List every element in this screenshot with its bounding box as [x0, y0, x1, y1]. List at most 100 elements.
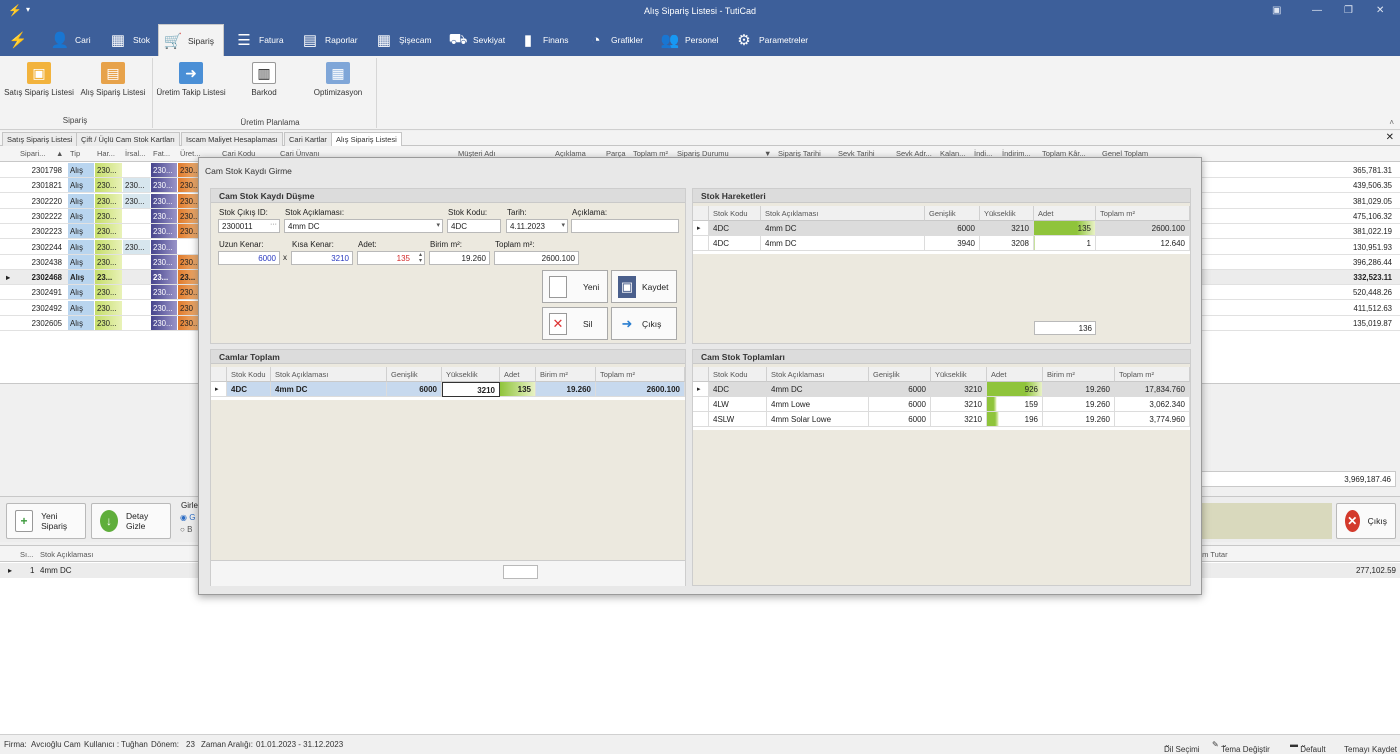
long-edge-label: Uzun Kenar:: [219, 240, 264, 249]
theme-default-selector[interactable]: ▬ Default ⌄: [1290, 740, 1326, 754]
menu-fatura[interactable]: ☰ Fatura: [230, 24, 288, 56]
table-cell: 230...: [95, 208, 122, 223]
col-header[interactable]: Tip: [70, 149, 80, 158]
col-header[interactable]: Stok Kodu: [227, 367, 271, 382]
menu-personel[interactable]: 👥 Personel: [656, 24, 723, 56]
table-cell: 926: [987, 382, 1043, 397]
exit-dialog-button[interactable]: ➜ Çıkış: [611, 307, 677, 340]
menu-grafikler[interactable]: ◔ Grafikler: [582, 24, 647, 56]
new-button[interactable]: Yeni: [542, 270, 608, 303]
radio-option-1[interactable]: ◉ G: [180, 513, 195, 522]
menu-parametreler[interactable]: ⚙ Parametreler: [730, 24, 812, 56]
col-header[interactable]: Stok Açıklaması: [761, 206, 925, 221]
col-header[interactable]: Toplam m²: [1115, 367, 1190, 382]
col-header[interactable]: Adet: [500, 367, 536, 382]
col-header[interactable]: Yükseklik: [931, 367, 987, 382]
radio-option-2[interactable]: ○ B: [180, 525, 192, 534]
table-cell: Alış: [68, 285, 94, 300]
col-header[interactable]: Stok Açıklaması: [767, 367, 869, 382]
ribbon-alis-siparis-button[interactable]: ▤ Alış Sipariş Listesi: [80, 62, 146, 97]
col-header[interactable]: Birim m²: [1043, 367, 1115, 382]
close-tab-icon[interactable]: ✕: [1386, 132, 1394, 143]
col-header[interactable]: Yükseklik: [442, 367, 500, 382]
tab-cari-kartlar[interactable]: Cari Kartlar: [284, 132, 332, 146]
col-header[interactable]: Fat...: [153, 149, 170, 158]
ribbon-uretim-takip-button[interactable]: ➜ Üretim Takip Listesi: [156, 62, 226, 97]
maximize-button[interactable]: ❐: [1344, 5, 1353, 16]
note-field[interactable]: [571, 219, 679, 233]
new-order-button[interactable]: + Yeni Sipariş: [6, 503, 86, 539]
col-header[interactable]: Stok Kodu: [709, 206, 761, 221]
col-header[interactable]: Sı...: [20, 550, 33, 559]
tab-cift-uclu[interactable]: Çift / Üçlü Cam Stok Kartları: [76, 132, 180, 146]
row-indicator-icon: ▸: [693, 382, 709, 397]
col-header[interactable]: Stok Açıklaması: [271, 367, 387, 382]
row-indicator-icon: ▸: [6, 273, 10, 283]
col-header[interactable]: Stok Kodu: [709, 367, 767, 382]
stock-out-id-field[interactable]: 2300011 ···: [218, 219, 280, 233]
table-cell: 19.260: [1043, 412, 1115, 427]
short-edge-field[interactable]: 3210: [291, 251, 353, 265]
exit-button[interactable]: ✕ Çıkış: [1336, 503, 1396, 539]
row-indicator-icon: ▸: [8, 566, 13, 575]
glass-stock-totals-table: Stok Kodu Stok Açıklaması Genişlik Yüksekli…: [693, 367, 1190, 430]
long-edge-field[interactable]: 6000: [218, 251, 280, 265]
total-m2-field[interactable]: 2600.100: [494, 251, 579, 265]
tab-iscam-maliyet[interactable]: Iscam Maliyet Hesaplaması: [181, 132, 283, 146]
hide-detail-button[interactable]: ↓ Detay Gizle: [91, 503, 171, 539]
delete-button[interactable]: ✕ Sil: [542, 307, 608, 340]
tab-satis-siparis[interactable]: Satış Sipariş Listesi: [2, 132, 78, 146]
stock-desc-select[interactable]: 4mm DC ▾: [284, 219, 443, 233]
unit-m2-field[interactable]: 19.260: [429, 251, 490, 265]
table-cell: 2302222: [31, 211, 62, 221]
col-header[interactable]: Stok Açıklaması: [40, 550, 93, 559]
menu-cari[interactable]: 👤 Cari: [46, 24, 95, 56]
table-cell: 230...: [151, 254, 177, 269]
quantity-stepper[interactable]: 135 ▴ ▾: [357, 251, 425, 265]
date-picker[interactable]: 4.11.2023 ▾: [506, 219, 568, 233]
ribbon-optimizasyon-button[interactable]: ▦ Optimizasyon: [310, 62, 366, 97]
col-header[interactable]: Har...: [97, 149, 115, 158]
menu-home-icon[interactable]: ⚡: [4, 24, 32, 56]
menu-raporlar[interactable]: ▤ Raporlar: [296, 24, 362, 56]
table-cell: Alış: [68, 178, 94, 193]
ribbon-satis-siparis-button[interactable]: ▣ Satış Sipariş Listesi: [4, 62, 74, 97]
menu-siparis[interactable]: 🛒 Sipariş: [158, 24, 224, 56]
floppy-disk-icon: ▣: [618, 275, 636, 298]
ribbon-barkod-button[interactable]: ▥ Barkod: [244, 62, 284, 97]
glass-total-footer: [211, 560, 685, 586]
ellipsis-icon[interactable]: ···: [270, 221, 277, 228]
row-header: [211, 367, 227, 382]
col-header[interactable]: am Tutar: [1198, 550, 1228, 559]
save-button[interactable]: ▣ Kaydet: [611, 270, 677, 303]
col-header[interactable]: Sipari...: [20, 149, 45, 158]
stock-code-field[interactable]: 4DC: [447, 219, 501, 233]
col-header[interactable]: Adet: [1034, 206, 1096, 221]
col-header[interactable]: İrsal...: [125, 149, 145, 158]
col-header[interactable]: Genişlik: [925, 206, 980, 221]
menu-sisecam[interactable]: ▦ Şişecam: [370, 24, 436, 56]
restore-ribbon-icon[interactable]: ▣: [1272, 5, 1281, 16]
theme-change-button[interactable]: ✎ Tema Değiştir ⌄: [1212, 740, 1270, 754]
date-label: Tarih:: [507, 208, 527, 217]
menu-sevkiyat[interactable]: ⛟ Sevkiyat: [444, 24, 509, 56]
col-header[interactable]: Toplam m²: [596, 367, 685, 382]
col-header[interactable]: Genişlik: [387, 367, 442, 382]
col-header[interactable]: Genişlik: [869, 367, 931, 382]
menu-stok[interactable]: ▦ Stok: [104, 24, 154, 56]
collapse-ribbon-icon[interactable]: ˄: [1389, 118, 1394, 127]
spin-icon[interactable]: ▴ ▾: [419, 252, 422, 264]
tab-alis-siparis[interactable]: Alış Sipariş Listesi: [331, 132, 402, 146]
new-document-icon: +: [15, 510, 34, 532]
col-header[interactable]: Adet: [987, 367, 1043, 382]
col-header[interactable]: Birim m²: [536, 367, 596, 382]
col-header[interactable]: Yükseklik: [980, 206, 1034, 221]
menu-finans[interactable]: ▮ Finans: [514, 24, 573, 56]
stock-movements-panel: Stok Hareketleri Stok Kodu Stok Açıklamas…: [692, 188, 1191, 344]
col-header[interactable]: Toplam m²: [1096, 206, 1190, 221]
close-button[interactable]: ✕: [1376, 5, 1384, 16]
language-selector[interactable]: Dil Seçimi ⌄: [1164, 740, 1200, 754]
row-indicator-icon: [693, 236, 709, 251]
minimize-button[interactable]: —: [1312, 5, 1322, 16]
table-cell: 19.260: [536, 382, 596, 397]
